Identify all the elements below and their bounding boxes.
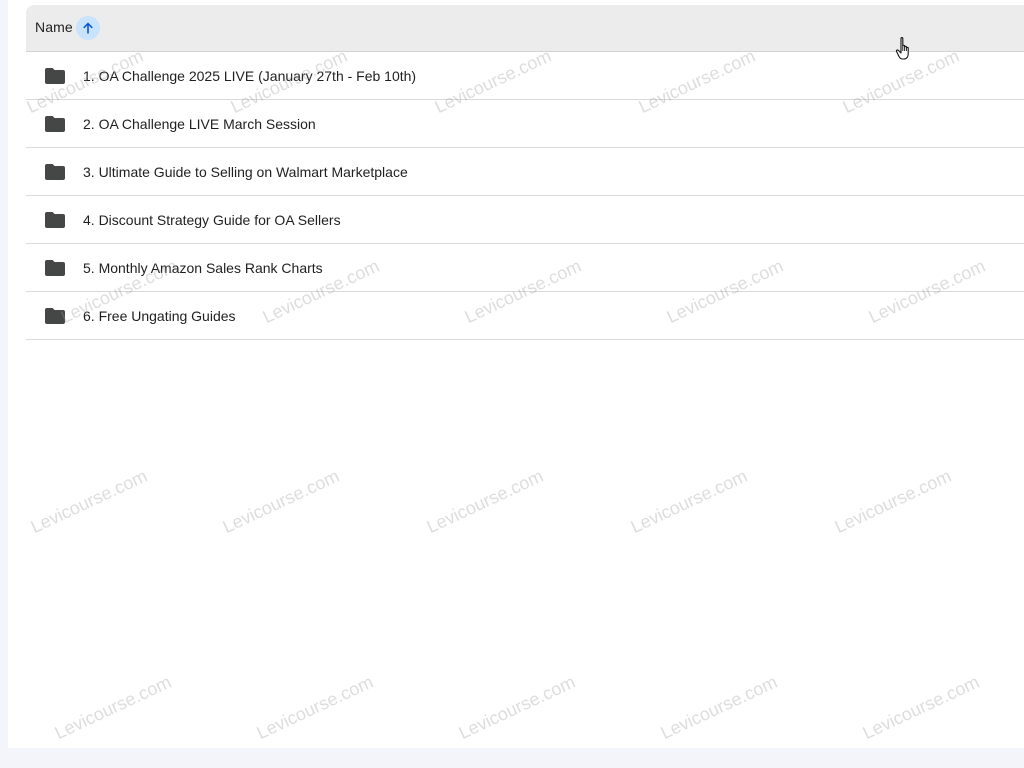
arrow-up-icon: [83, 22, 93, 34]
folder-name: 1. OA Challenge 2025 LIVE (January 27th …: [83, 68, 417, 84]
folder-row[interactable]: 1. OA Challenge 2025 LIVE (January 27th …: [26, 52, 1024, 100]
folder-name: 5. Monthly Amazon Sales Rank Charts: [83, 260, 323, 276]
folder-icon: [45, 68, 65, 84]
folder-name: 6. Free Ungating Guides: [83, 308, 236, 324]
folder-icon: [45, 116, 65, 132]
sort-button[interactable]: [76, 16, 100, 40]
folder-row[interactable]: 6. Free Ungating Guides: [26, 292, 1024, 340]
folder-icon: [45, 308, 65, 324]
name-column-label[interactable]: Name: [35, 19, 73, 35]
folder-list: 1. OA Challenge 2025 LIVE (January 27th …: [26, 52, 1024, 340]
folder-row[interactable]: 5. Monthly Amazon Sales Rank Charts: [26, 244, 1024, 292]
folder-row[interactable]: 4. Discount Strategy Guide for OA Seller…: [26, 196, 1024, 244]
folder-row[interactable]: 2. OA Challenge LIVE March Session: [26, 100, 1024, 148]
file-list-panel: Name 1. OA Challenge 2025 LIVE (January …: [8, 0, 1024, 748]
folder-icon: [45, 260, 65, 276]
folder-name: 2. OA Challenge LIVE March Session: [83, 116, 316, 132]
folder-icon: [45, 212, 65, 228]
folder-row[interactable]: 3. Ultimate Guide to Selling on Walmart …: [26, 148, 1024, 196]
hand-pointer-icon: [895, 37, 909, 60]
folder-icon: [45, 164, 65, 180]
folder-name: 4. Discount Strategy Guide for OA Seller…: [83, 212, 341, 228]
column-header: Name: [26, 5, 1024, 52]
folder-name: 3. Ultimate Guide to Selling on Walmart …: [83, 164, 408, 180]
